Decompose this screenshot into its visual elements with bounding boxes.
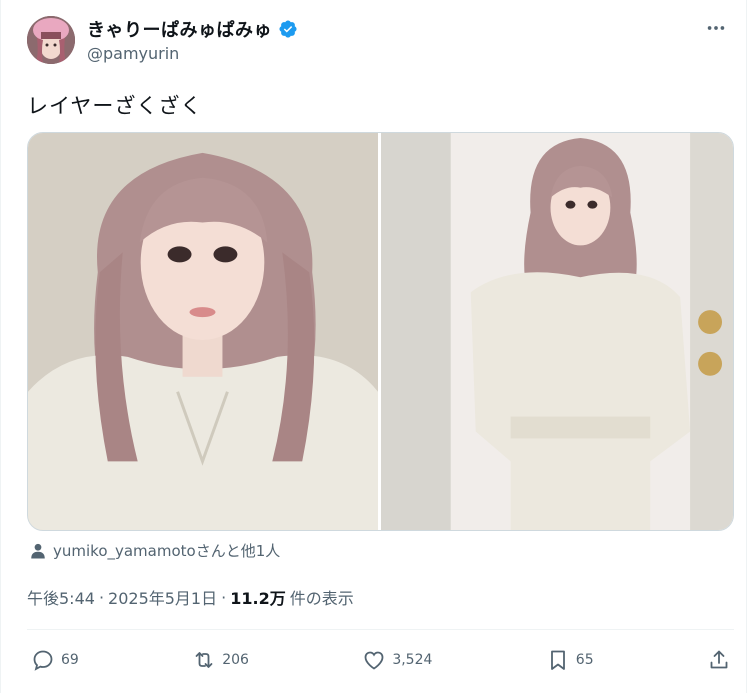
avatar[interactable] (27, 16, 75, 64)
media-grid (27, 132, 734, 531)
action-bar: 69 206 3,524 65 (31, 644, 731, 676)
bookmark-button[interactable]: 65 (546, 648, 594, 672)
share-button[interactable] (707, 648, 731, 672)
display-name[interactable]: きゃりーぱみゅぱみゅ (87, 16, 272, 42)
bookmark-count: 65 (575, 652, 594, 668)
tagged-users[interactable]: yumiko_yamamotoさんと他1人 (29, 540, 280, 561)
views-count: 11.2万 (230, 589, 286, 608)
reply-button[interactable]: 69 (31, 648, 79, 672)
bookmark-icon (546, 648, 570, 672)
heart-icon (362, 648, 386, 672)
meta-separator: · (98, 587, 105, 607)
photo-2[interactable] (381, 133, 733, 530)
tweet-time[interactable]: 午後5:44 (27, 585, 95, 609)
photo-1[interactable] (28, 133, 378, 530)
like-count: 3,524 (392, 652, 433, 668)
tweet-text: レイヤーざくざく (27, 94, 203, 118)
tweet-card: きゃりーぱみゅぱみゅ @pamyurin レイヤーざくざく yumiko_yam… (0, 0, 747, 693)
share-icon (707, 648, 731, 672)
tweet-date[interactable]: 2025年5月1日 (108, 585, 217, 609)
retweet-button[interactable]: 206 (192, 648, 249, 672)
more-options-icon[interactable] (704, 16, 728, 40)
user-handle[interactable]: @pamyurin (87, 44, 179, 63)
reply-icon (31, 648, 55, 672)
retweet-icon (192, 648, 216, 672)
reply-count: 69 (61, 652, 79, 668)
tweet-meta: 午後5:44 · 2025年5月1日 · 11.2万 件の表示 (27, 585, 354, 609)
divider (27, 629, 734, 630)
verified-badge-icon (278, 19, 298, 39)
meta-separator: · (221, 587, 227, 607)
tagged-users-label: yumiko_yamamotoさんと他1人 (53, 542, 281, 560)
person-icon (29, 542, 47, 560)
retweet-count: 206 (222, 652, 249, 668)
like-button[interactable]: 3,524 (362, 648, 432, 672)
views-label: 件の表示 (289, 589, 354, 608)
name-row: きゃりーぱみゅぱみゅ (87, 16, 298, 42)
